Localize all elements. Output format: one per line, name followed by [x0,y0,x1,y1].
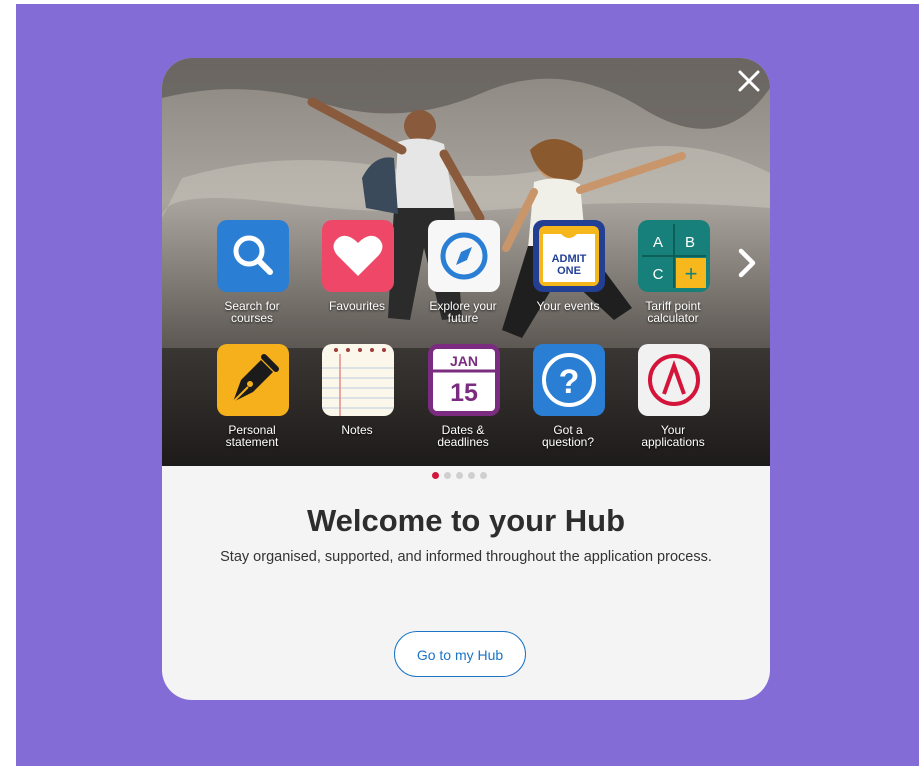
app-favourites[interactable]: Favourites [305,220,409,340]
svg-text:B: B [685,234,695,251]
hero-carousel: Search for courses Favourites Explore yo… [162,58,770,466]
app-label: Got a question? [541,423,595,449]
carousel-dot[interactable] [480,472,487,479]
svg-text:ONE: ONE [557,265,581,277]
app-tariff-calculator[interactable]: A B C + Tariff point calculator [621,220,725,340]
app-label: Explore your future [429,299,497,325]
ticket-icon: ADMIT ONE [533,220,605,292]
calculator-icon: A B C + [638,220,710,292]
app-label: Your applications [641,423,705,449]
chevron-right-icon[interactable] [732,243,762,283]
carousel-dot[interactable] [468,472,475,479]
svg-text:C: C [653,266,664,283]
welcome-modal: Search for courses Favourites Explore yo… [162,58,770,700]
compass-icon [428,220,500,292]
app-personal-statement[interactable]: Personal statement [200,344,304,464]
app-your-events[interactable]: ADMIT ONE Your events [516,220,620,340]
app-label: Notes [341,423,373,437]
app-label: Search for courses [224,299,280,325]
svg-text:?: ? [559,363,580,401]
carousel-dot[interactable] [456,472,463,479]
search-icon [217,220,289,292]
question-icon: ? [533,344,605,416]
notepad-icon [322,344,394,416]
app-got-a-question[interactable]: ? Got a question? [516,344,620,464]
app-label: Tariff point calculator [645,299,701,325]
heart-icon [322,220,394,292]
app-label: Dates & deadlines [437,423,489,449]
pen-nib-icon [217,344,289,416]
app-dates-deadlines[interactable]: JAN 15 Dates & deadlines [411,344,515,464]
svg-text:JAN: JAN [450,353,478,369]
go-to-hub-button[interactable]: Go to my Hub [394,631,526,677]
svg-text:15: 15 [450,379,478,407]
app-notes[interactable]: Notes [305,344,409,464]
carousel-dot[interactable] [444,472,451,479]
app-label: Favourites [328,299,386,313]
carousel-pagination [432,472,487,480]
app-explore-future[interactable]: Explore your future [411,220,515,340]
app-your-applications[interactable]: Your applications [621,344,725,464]
app-label: Personal statement [225,423,279,449]
app-label: Your events [536,299,600,313]
carousel-dot[interactable] [432,472,439,479]
svg-text:+: + [685,261,698,286]
calendar-icon: JAN 15 [428,344,500,416]
applications-icon [638,344,710,416]
modal-title: Welcome to your Hub [306,503,626,538]
app-search-courses[interactable]: Search for courses [200,220,304,340]
modal-subtitle: Stay organised, supported, and informed … [220,549,712,565]
close-icon[interactable] [736,68,762,94]
svg-text:ADMIT: ADMIT [552,253,587,265]
svg-text:A: A [653,234,663,251]
